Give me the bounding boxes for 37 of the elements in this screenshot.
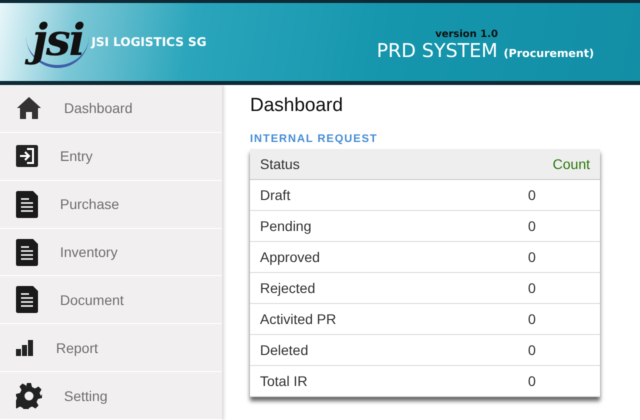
table-cell: Rejected	[250, 272, 518, 304]
version-label: version 1.0	[435, 28, 498, 40]
system-subtitle: (Procurement)	[504, 46, 594, 60]
sidebar-item[interactable]: Dashboard	[0, 85, 222, 133]
system-title: PRD SYSTEM	[376, 40, 498, 62]
sidebar-item[interactable]: Document	[0, 276, 222, 324]
sidebar-item[interactable]: Report	[0, 324, 222, 372]
table-cell: 0	[518, 304, 600, 334]
gear-icon	[16, 382, 42, 409]
sidebar-item[interactable]: Purchase	[0, 180, 222, 229]
column-header: Status	[250, 149, 518, 180]
logo: jsi	[26, 16, 90, 68]
home-icon	[16, 96, 42, 120]
table-cell: 0	[518, 210, 600, 242]
table-cell: 0	[518, 180, 600, 210]
sidebar-item[interactable]: Setting	[0, 372, 222, 420]
table-cell: 0	[518, 366, 600, 396]
document-icon	[16, 286, 38, 314]
table-cell: Approved	[250, 242, 518, 272]
section-heading: INTERNAL REQUEST	[250, 133, 379, 145]
column-header: Count	[518, 149, 600, 180]
table-cell: 0	[518, 242, 600, 272]
sidebar-item[interactable]: Inventory	[0, 228, 222, 276]
document-icon	[16, 190, 38, 218]
table-cell: Total IR	[250, 366, 518, 396]
sign-in-icon	[16, 145, 38, 168]
table-cell: 0	[518, 334, 600, 366]
document-icon	[16, 238, 38, 266]
sidebar-item[interactable]: Entry	[0, 132, 222, 181]
table-cell: Activited PR	[250, 304, 518, 334]
table-cell: Pending	[250, 210, 518, 242]
bar-chart-icon	[16, 340, 34, 356]
page-title: Dashboard	[250, 95, 344, 117]
table-cell: Draft	[250, 180, 518, 210]
table-cell: Deleted	[250, 334, 518, 366]
table-cell: 0	[518, 272, 600, 304]
company-name: JSI LOGISTICS SG	[91, 35, 207, 49]
